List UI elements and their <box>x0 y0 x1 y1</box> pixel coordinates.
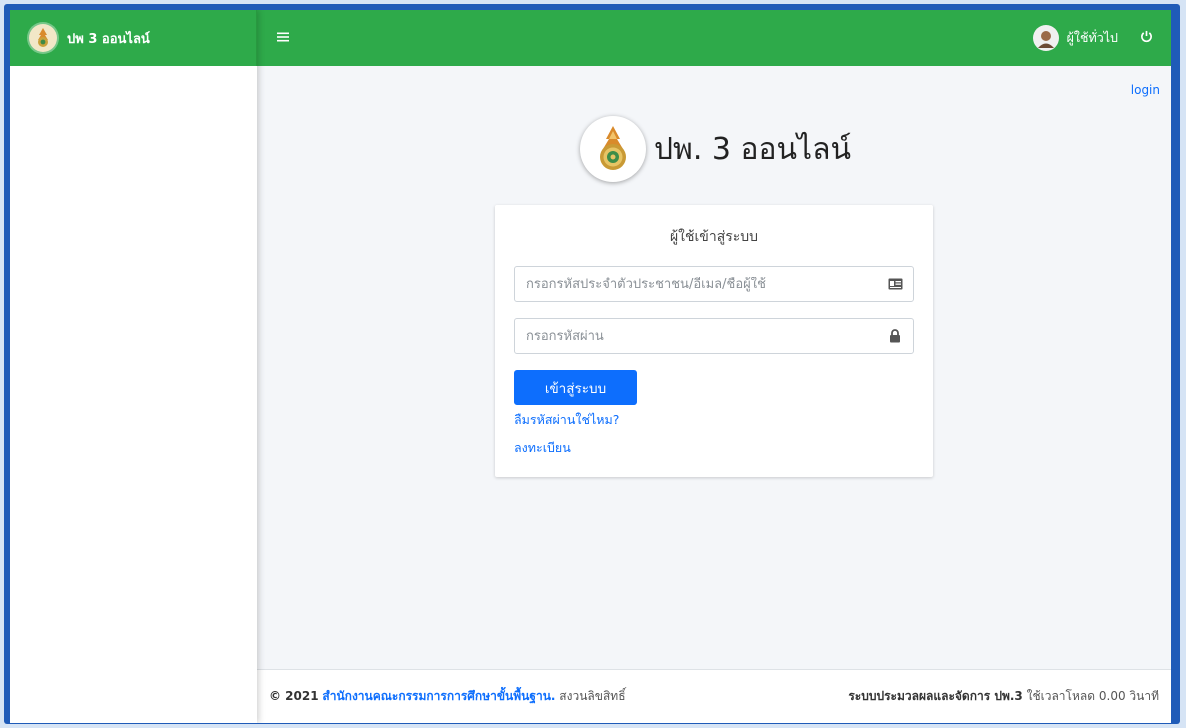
username-input[interactable] <box>526 276 887 292</box>
avatar[interactable] <box>1032 25 1059 51</box>
brand[interactable]: ปพ 3 ออนไลน์ <box>10 10 257 66</box>
app-root: ปพ 3 ออนไลน์ ผู้ใช้ทั่วไป login ปพ. 3 ออ… <box>10 10 1171 723</box>
user-menu: ผู้ใช้ทั่วไป <box>1032 25 1153 51</box>
brand-title: ปพ 3 ออนไลน์ <box>67 31 150 47</box>
footer-rights: สงวนลิขสิทธิ์ <box>555 689 626 703</box>
power-icon[interactable] <box>1140 29 1153 47</box>
page-header: ปพ. 3 ออนไลน์ <box>580 116 851 182</box>
hamburger-icon[interactable] <box>277 29 289 47</box>
user-role-label[interactable]: ผู้ใช้ทั่วไป <box>1067 28 1118 48</box>
seal-emblem-icon <box>580 116 646 182</box>
login-card-title: ผู้ใช้เข้าสู่ระบบ <box>669 229 759 245</box>
password-input[interactable] <box>526 328 887 344</box>
main-content: login ปพ. 3 ออนไลน์ ผู้ใช้เข้าสู่ระบบ กร… <box>257 66 1171 723</box>
footer-system-name: ระบบประมวลผลและจัดการ ปพ.3 <box>848 689 1023 703</box>
footer: © 2021 สำนักงานคณะกรรมการการศึกษาขั้นพื้… <box>257 669 1171 723</box>
footer-load-time: ใช้เวลาโหลด 0.00 วินาที <box>1022 689 1159 703</box>
footer-org-link[interactable]: สำนักงานคณะกรรมการการศึกษาขั้นพื้นฐาน. <box>322 689 555 703</box>
register-link[interactable]: ลงทะเบียน <box>514 438 571 458</box>
forgot-password-link[interactable]: ลืมรหัสผ่านใช่ไหม? <box>514 410 619 430</box>
lock-icon <box>887 328 903 344</box>
sidebar: ปพ 3 ออนไลน์ <box>10 10 257 723</box>
footer-right: ระบบประมวลผลและจัดการ ปพ.3 ใช้เวลาโหลด 0… <box>848 687 1159 706</box>
top-navbar: ผู้ใช้ทั่วไป <box>257 10 1171 66</box>
footer-left: © 2021 สำนักงานคณะกรรมการการศึกษาขั้นพื้… <box>269 687 626 706</box>
login-button[interactable]: เข้าสู่ระบบ <box>514 370 637 405</box>
footer-copyright: © 2021 <box>269 689 319 703</box>
username-field[interactable] <box>514 266 914 302</box>
password-field[interactable] <box>514 318 914 354</box>
seal-logo-icon <box>29 24 57 52</box>
login-link[interactable]: login <box>1131 83 1160 97</box>
login-card: ผู้ใช้เข้าสู่ระบบ เข้าสู่ระบบ ลืมรหัสผ่า… <box>495 205 933 477</box>
page-title: ปพ. 3 ออนไลน์ <box>654 131 852 167</box>
id-card-icon <box>887 276 903 292</box>
